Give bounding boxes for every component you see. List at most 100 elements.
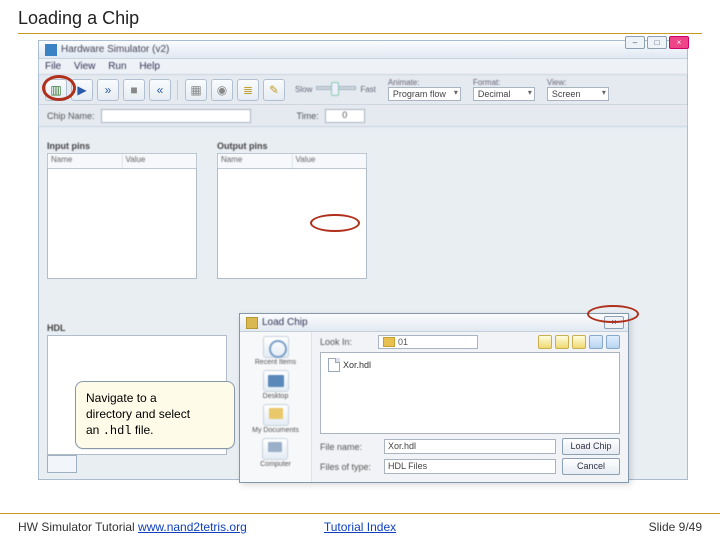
file-item-xor[interactable]: Xor.hdl bbox=[325, 357, 374, 373]
window-titlebar: Hardware Simulator (v2) – □ × bbox=[39, 41, 687, 59]
sidebar-desktop[interactable]: Desktop bbox=[263, 370, 289, 400]
callout-line1: Navigate to a bbox=[86, 391, 157, 405]
sidebar-computer[interactable]: Computer bbox=[260, 438, 291, 468]
output-pins-panel: Output pins Name Value bbox=[217, 139, 367, 279]
up-folder-icon[interactable] bbox=[538, 335, 552, 349]
callout-line2: directory and select bbox=[86, 407, 190, 421]
format-select[interactable]: Decimal bbox=[473, 87, 535, 101]
file-list[interactable]: Xor.hdl bbox=[320, 352, 620, 434]
cancel-button[interactable]: Cancel bbox=[562, 458, 620, 475]
stop-button[interactable]: ■ bbox=[123, 79, 145, 101]
menu-view[interactable]: View bbox=[74, 61, 96, 72]
dialog-close-button[interactable]: × bbox=[604, 316, 624, 329]
dialog-titlebar: Load Chip × bbox=[240, 314, 628, 332]
filename-field[interactable]: Xor.hdl bbox=[384, 439, 556, 454]
step-button[interactable]: ▶ bbox=[71, 79, 93, 101]
output-pins-body[interactable] bbox=[217, 169, 367, 279]
close-button[interactable]: × bbox=[669, 36, 689, 49]
status-box bbox=[47, 455, 77, 473]
col-value: Value bbox=[293, 154, 367, 168]
sidebar-documents-label: My Documents bbox=[252, 427, 299, 434]
nav-icons bbox=[538, 335, 620, 349]
time-field: 0 bbox=[325, 109, 365, 123]
callout-code: .hdl bbox=[103, 424, 132, 438]
open-button[interactable]: Load Chip bbox=[562, 438, 620, 455]
tool-a-button[interactable]: ▦ bbox=[185, 79, 207, 101]
eval-button[interactable]: ✎ bbox=[263, 79, 285, 101]
speed-slider[interactable] bbox=[316, 86, 356, 90]
filename-label: File name: bbox=[320, 442, 378, 452]
load-chip-button[interactable]: ▥ bbox=[45, 79, 67, 101]
time-label: Time: bbox=[297, 111, 319, 121]
documents-icon bbox=[263, 404, 289, 426]
col-value: Value bbox=[123, 154, 197, 168]
col-name: Name bbox=[218, 154, 293, 168]
sidebar-desktop-label: Desktop bbox=[263, 393, 289, 400]
menu-help[interactable]: Help bbox=[139, 61, 160, 72]
callout-line3b: file. bbox=[132, 423, 154, 437]
view-label: View: bbox=[547, 78, 609, 87]
list-view-icon[interactable] bbox=[589, 335, 603, 349]
footer-slide-number: Slide 9/49 bbox=[649, 520, 702, 534]
slide-footer: HW Simulator Tutorial www.nand2tetris.or… bbox=[0, 513, 720, 540]
maximize-button[interactable]: □ bbox=[647, 36, 667, 49]
speed-fast-label: Fast bbox=[360, 85, 376, 94]
input-pins-panel: Input pins Name Value bbox=[47, 139, 197, 279]
speed-slow-label: Slow bbox=[295, 85, 312, 94]
format-area: Format: Decimal bbox=[473, 78, 535, 101]
animate-label: Animate: bbox=[388, 78, 461, 87]
window-title: Hardware Simulator (v2) bbox=[61, 44, 169, 55]
workspace: Input pins Name Value Output pins Name V… bbox=[39, 133, 687, 479]
simulator-window: Hardware Simulator (v2) – □ × File View … bbox=[38, 40, 688, 480]
col-name: Name bbox=[48, 154, 123, 168]
view-select[interactable]: Screen bbox=[547, 87, 609, 101]
dialog-title: Load Chip bbox=[262, 317, 308, 328]
lookin-row: Look In: 01 bbox=[312, 332, 628, 352]
rewind-button[interactable]: « bbox=[149, 79, 171, 101]
sidebar-documents[interactable]: My Documents bbox=[252, 404, 299, 434]
view-area: View: Screen bbox=[547, 78, 609, 101]
chipname-label: Chip Name: bbox=[47, 111, 95, 121]
animate-select[interactable]: Program flow bbox=[388, 87, 461, 101]
lookin-value: 01 bbox=[398, 337, 408, 347]
animate-area: Animate: Program flow bbox=[388, 78, 461, 101]
minimize-button[interactable]: – bbox=[625, 36, 645, 49]
detail-view-icon[interactable] bbox=[606, 335, 620, 349]
dialog-sidebar: Recent Items Desktop My Documents Comput… bbox=[240, 332, 312, 482]
footer-link-index[interactable]: Tutorial Index bbox=[324, 520, 396, 534]
sidebar-recent[interactable]: Recent Items bbox=[255, 336, 296, 366]
chipname-field[interactable] bbox=[101, 109, 251, 123]
output-pins-title: Output pins bbox=[217, 139, 367, 153]
new-folder-icon[interactable] bbox=[572, 335, 586, 349]
filetype-field[interactable]: HDL Files bbox=[384, 459, 556, 474]
callout-line3a: an bbox=[86, 423, 103, 437]
info-bar: Chip Name: Time: 0 bbox=[39, 105, 687, 127]
format-label: Format: bbox=[473, 78, 535, 87]
toolbar-sep bbox=[177, 80, 179, 100]
file-icon bbox=[328, 358, 340, 372]
footer-link-site[interactable]: www.nand2tetris.org bbox=[138, 520, 247, 534]
title-rule bbox=[18, 33, 702, 34]
script-button[interactable]: ≣ bbox=[237, 79, 259, 101]
load-chip-dialog: Load Chip × Recent Items Desktop My Docu… bbox=[239, 313, 629, 483]
menu-bar[interactable]: File View Run Help bbox=[39, 59, 687, 75]
menu-file[interactable]: File bbox=[45, 61, 61, 72]
app-icon bbox=[45, 44, 57, 56]
input-pins-title: Input pins bbox=[47, 139, 197, 153]
footer-left-prefix: HW Simulator Tutorial bbox=[18, 520, 138, 534]
lookin-field[interactable]: 01 bbox=[378, 335, 478, 349]
lookin-label: Look In: bbox=[320, 337, 372, 347]
tool-b-button[interactable]: ◉ bbox=[211, 79, 233, 101]
computer-icon bbox=[262, 438, 288, 460]
run-button[interactable]: » bbox=[97, 79, 119, 101]
folder-icon bbox=[383, 337, 395, 347]
output-pins-header: Name Value bbox=[217, 153, 367, 169]
footer-left: HW Simulator Tutorial www.nand2tetris.or… bbox=[18, 520, 247, 534]
filetype-label: Files of type: bbox=[320, 462, 378, 472]
hdl-label: HDL bbox=[47, 323, 227, 333]
input-pins-body[interactable] bbox=[47, 169, 197, 279]
home-icon[interactable] bbox=[555, 335, 569, 349]
folder-icon bbox=[246, 317, 258, 329]
menu-run[interactable]: Run bbox=[108, 61, 126, 72]
speed-slider-area: Slow Fast bbox=[295, 85, 376, 94]
